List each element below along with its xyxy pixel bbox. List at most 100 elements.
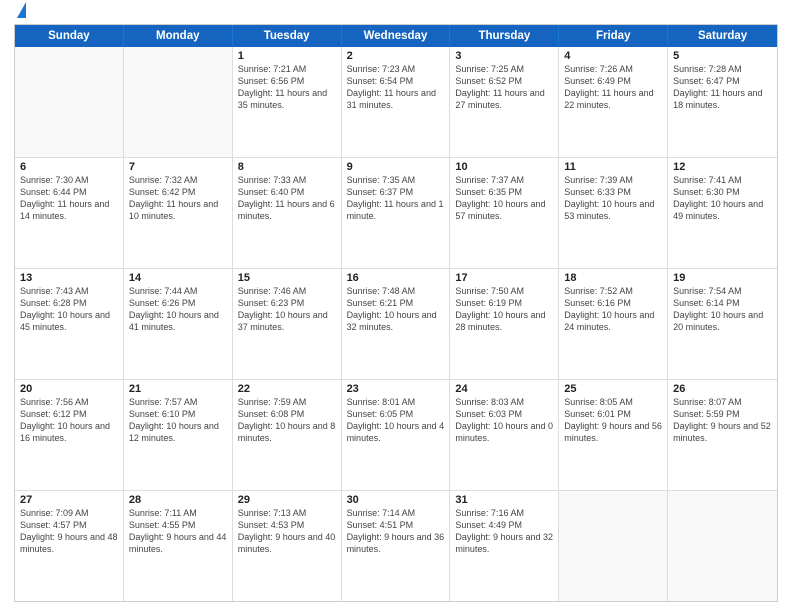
day-number: 14 — [129, 272, 227, 284]
day-number: 13 — [20, 272, 118, 284]
day-number: 22 — [238, 383, 336, 395]
day-number: 1 — [238, 50, 336, 62]
logo — [14, 10, 26, 16]
weekday-header: Sunday — [15, 25, 124, 47]
day-number: 30 — [347, 494, 445, 506]
day-info: Sunrise: 7:32 AM Sunset: 6:42 PM Dayligh… — [129, 174, 227, 223]
day-info: Sunrise: 7:37 AM Sunset: 6:35 PM Dayligh… — [455, 174, 553, 223]
calendar-cell: 15Sunrise: 7:46 AM Sunset: 6:23 PM Dayli… — [233, 269, 342, 379]
weekday-header: Friday — [559, 25, 668, 47]
day-info: Sunrise: 7:30 AM Sunset: 6:44 PM Dayligh… — [20, 174, 118, 223]
weekday-header: Saturday — [668, 25, 777, 47]
day-info: Sunrise: 7:28 AM Sunset: 6:47 PM Dayligh… — [673, 63, 772, 112]
calendar-cell — [668, 491, 777, 601]
day-number: 19 — [673, 272, 772, 284]
day-number: 12 — [673, 161, 772, 173]
calendar-cell: 12Sunrise: 7:41 AM Sunset: 6:30 PM Dayli… — [668, 158, 777, 268]
calendar-cell: 4Sunrise: 7:26 AM Sunset: 6:49 PM Daylig… — [559, 47, 668, 157]
day-info: Sunrise: 8:01 AM Sunset: 6:05 PM Dayligh… — [347, 396, 445, 445]
day-number: 26 — [673, 383, 772, 395]
day-number: 27 — [20, 494, 118, 506]
calendar-cell: 11Sunrise: 7:39 AM Sunset: 6:33 PM Dayli… — [559, 158, 668, 268]
calendar-row: 27Sunrise: 7:09 AM Sunset: 4:57 PM Dayli… — [15, 491, 777, 601]
day-number: 4 — [564, 50, 662, 62]
day-info: Sunrise: 8:03 AM Sunset: 6:03 PM Dayligh… — [455, 396, 553, 445]
day-number: 6 — [20, 161, 118, 173]
calendar-cell: 13Sunrise: 7:43 AM Sunset: 6:28 PM Dayli… — [15, 269, 124, 379]
day-number: 29 — [238, 494, 336, 506]
calendar-header: SundayMondayTuesdayWednesdayThursdayFrid… — [15, 25, 777, 47]
calendar-cell: 7Sunrise: 7:32 AM Sunset: 6:42 PM Daylig… — [124, 158, 233, 268]
day-info: Sunrise: 7:16 AM Sunset: 4:49 PM Dayligh… — [455, 507, 553, 556]
day-info: Sunrise: 7:14 AM Sunset: 4:51 PM Dayligh… — [347, 507, 445, 556]
weekday-header: Tuesday — [233, 25, 342, 47]
day-info: Sunrise: 7:54 AM Sunset: 6:14 PM Dayligh… — [673, 285, 772, 334]
day-number: 10 — [455, 161, 553, 173]
day-number: 31 — [455, 494, 553, 506]
day-info: Sunrise: 7:13 AM Sunset: 4:53 PM Dayligh… — [238, 507, 336, 556]
weekday-header: Monday — [124, 25, 233, 47]
calendar-row: 1Sunrise: 7:21 AM Sunset: 6:56 PM Daylig… — [15, 47, 777, 158]
day-number: 17 — [455, 272, 553, 284]
weekday-header: Thursday — [450, 25, 559, 47]
calendar-cell: 6Sunrise: 7:30 AM Sunset: 6:44 PM Daylig… — [15, 158, 124, 268]
calendar-cell: 10Sunrise: 7:37 AM Sunset: 6:35 PM Dayli… — [450, 158, 559, 268]
day-info: Sunrise: 7:57 AM Sunset: 6:10 PM Dayligh… — [129, 396, 227, 445]
day-info: Sunrise: 7:59 AM Sunset: 6:08 PM Dayligh… — [238, 396, 336, 445]
day-info: Sunrise: 7:43 AM Sunset: 6:28 PM Dayligh… — [20, 285, 118, 334]
day-info: Sunrise: 7:52 AM Sunset: 6:16 PM Dayligh… — [564, 285, 662, 334]
calendar-cell: 14Sunrise: 7:44 AM Sunset: 6:26 PM Dayli… — [124, 269, 233, 379]
day-info: Sunrise: 7:25 AM Sunset: 6:52 PM Dayligh… — [455, 63, 553, 112]
calendar-cell — [559, 491, 668, 601]
calendar-cell: 3Sunrise: 7:25 AM Sunset: 6:52 PM Daylig… — [450, 47, 559, 157]
day-number: 15 — [238, 272, 336, 284]
day-info: Sunrise: 8:05 AM Sunset: 6:01 PM Dayligh… — [564, 396, 662, 445]
calendar-cell — [124, 47, 233, 157]
calendar-cell: 25Sunrise: 8:05 AM Sunset: 6:01 PM Dayli… — [559, 380, 668, 490]
day-number: 25 — [564, 383, 662, 395]
calendar-cell: 29Sunrise: 7:13 AM Sunset: 4:53 PM Dayli… — [233, 491, 342, 601]
calendar-cell: 30Sunrise: 7:14 AM Sunset: 4:51 PM Dayli… — [342, 491, 451, 601]
calendar-row: 6Sunrise: 7:30 AM Sunset: 6:44 PM Daylig… — [15, 158, 777, 269]
day-info: Sunrise: 7:26 AM Sunset: 6:49 PM Dayligh… — [564, 63, 662, 112]
calendar-cell: 28Sunrise: 7:11 AM Sunset: 4:55 PM Dayli… — [124, 491, 233, 601]
day-info: Sunrise: 7:23 AM Sunset: 6:54 PM Dayligh… — [347, 63, 445, 112]
day-number: 2 — [347, 50, 445, 62]
calendar-cell: 31Sunrise: 7:16 AM Sunset: 4:49 PM Dayli… — [450, 491, 559, 601]
day-number: 7 — [129, 161, 227, 173]
day-info: Sunrise: 7:48 AM Sunset: 6:21 PM Dayligh… — [347, 285, 445, 334]
day-info: Sunrise: 7:46 AM Sunset: 6:23 PM Dayligh… — [238, 285, 336, 334]
calendar-cell — [15, 47, 124, 157]
day-number: 11 — [564, 161, 662, 173]
day-number: 28 — [129, 494, 227, 506]
calendar-cell: 17Sunrise: 7:50 AM Sunset: 6:19 PM Dayli… — [450, 269, 559, 379]
calendar-cell: 20Sunrise: 7:56 AM Sunset: 6:12 PM Dayli… — [15, 380, 124, 490]
calendar-cell: 16Sunrise: 7:48 AM Sunset: 6:21 PM Dayli… — [342, 269, 451, 379]
header — [14, 10, 778, 16]
calendar-cell: 27Sunrise: 7:09 AM Sunset: 4:57 PM Dayli… — [15, 491, 124, 601]
day-info: Sunrise: 7:33 AM Sunset: 6:40 PM Dayligh… — [238, 174, 336, 223]
calendar-cell: 22Sunrise: 7:59 AM Sunset: 6:08 PM Dayli… — [233, 380, 342, 490]
calendar-body: 1Sunrise: 7:21 AM Sunset: 6:56 PM Daylig… — [15, 47, 777, 601]
calendar-cell: 8Sunrise: 7:33 AM Sunset: 6:40 PM Daylig… — [233, 158, 342, 268]
calendar-cell: 2Sunrise: 7:23 AM Sunset: 6:54 PM Daylig… — [342, 47, 451, 157]
calendar-cell: 26Sunrise: 8:07 AM Sunset: 5:59 PM Dayli… — [668, 380, 777, 490]
calendar-cell: 5Sunrise: 7:28 AM Sunset: 6:47 PM Daylig… — [668, 47, 777, 157]
calendar: SundayMondayTuesdayWednesdayThursdayFrid… — [14, 24, 778, 602]
day-info: Sunrise: 7:44 AM Sunset: 6:26 PM Dayligh… — [129, 285, 227, 334]
calendar-row: 20Sunrise: 7:56 AM Sunset: 6:12 PM Dayli… — [15, 380, 777, 491]
day-number: 16 — [347, 272, 445, 284]
day-number: 5 — [673, 50, 772, 62]
calendar-cell: 1Sunrise: 7:21 AM Sunset: 6:56 PM Daylig… — [233, 47, 342, 157]
day-info: Sunrise: 7:56 AM Sunset: 6:12 PM Dayligh… — [20, 396, 118, 445]
day-info: Sunrise: 7:41 AM Sunset: 6:30 PM Dayligh… — [673, 174, 772, 223]
day-number: 3 — [455, 50, 553, 62]
day-number: 8 — [238, 161, 336, 173]
calendar-row: 13Sunrise: 7:43 AM Sunset: 6:28 PM Dayli… — [15, 269, 777, 380]
calendar-cell: 23Sunrise: 8:01 AM Sunset: 6:05 PM Dayli… — [342, 380, 451, 490]
day-number: 20 — [20, 383, 118, 395]
day-number: 9 — [347, 161, 445, 173]
calendar-cell: 19Sunrise: 7:54 AM Sunset: 6:14 PM Dayli… — [668, 269, 777, 379]
weekday-header: Wednesday — [342, 25, 451, 47]
calendar-cell: 24Sunrise: 8:03 AM Sunset: 6:03 PM Dayli… — [450, 380, 559, 490]
